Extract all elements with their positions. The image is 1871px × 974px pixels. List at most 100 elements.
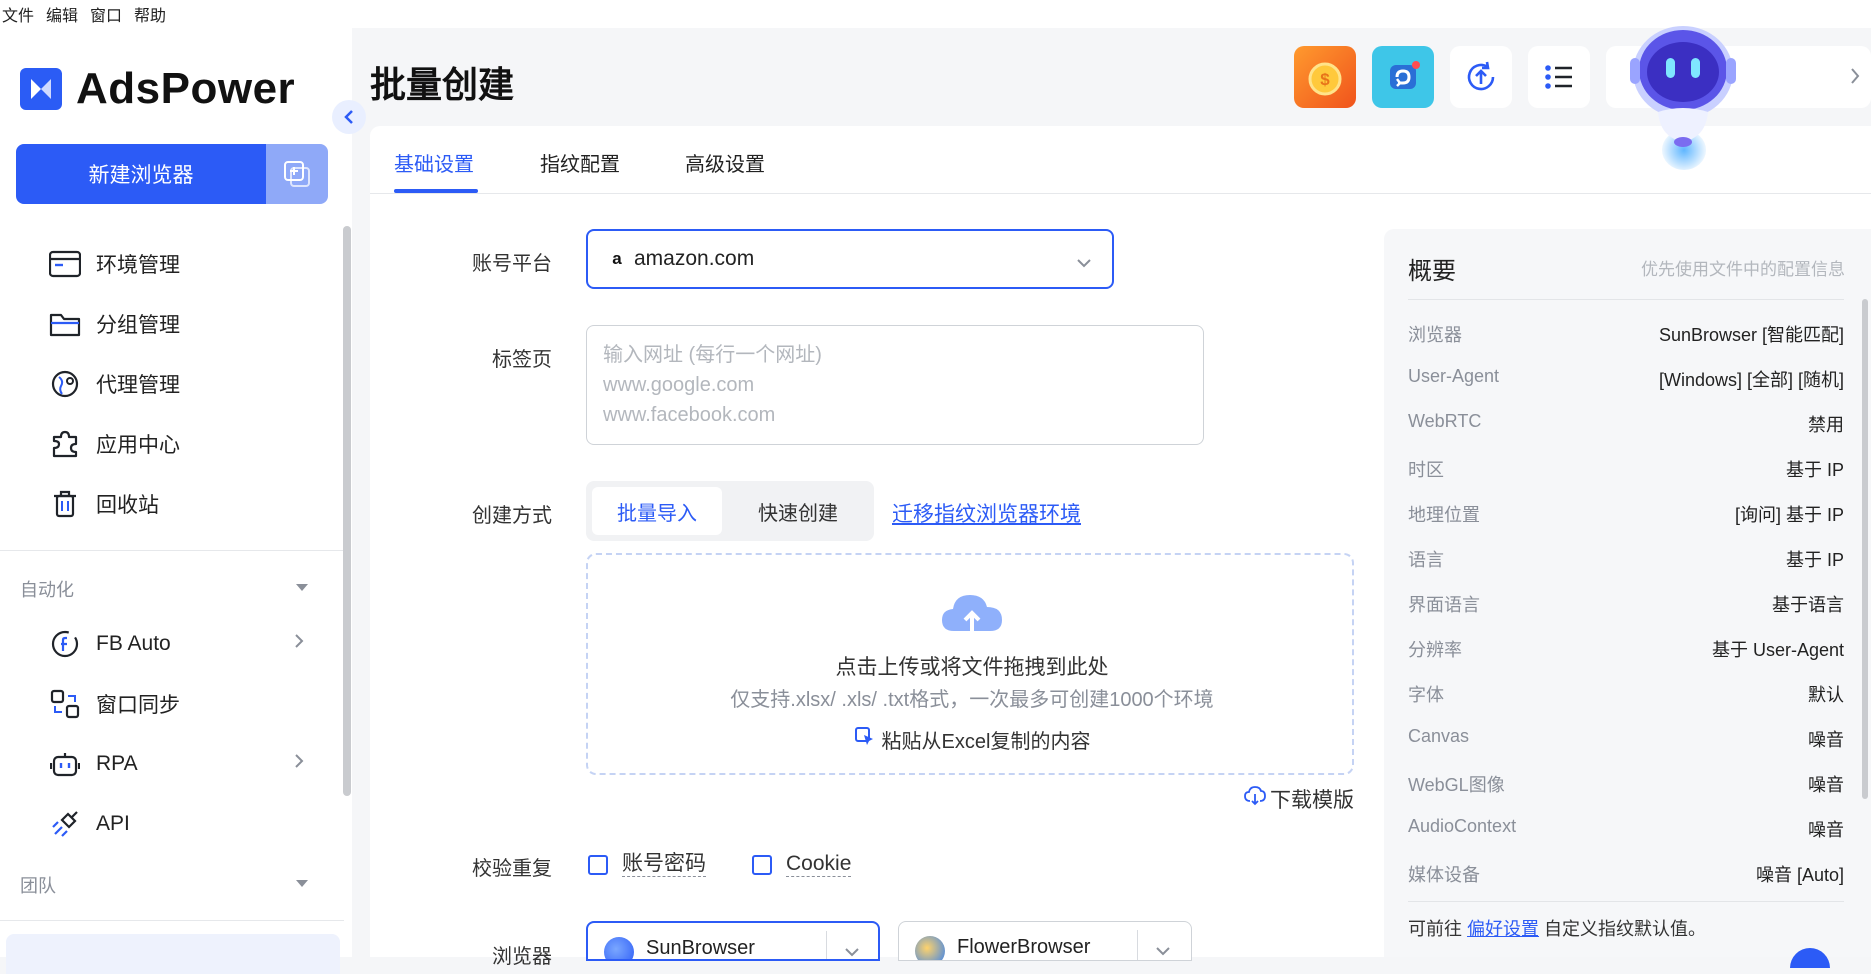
sidebar-item-group[interactable]: 分组管理 (48, 304, 180, 344)
page-title: 批量创建 (370, 64, 515, 105)
browser-window-icon (48, 247, 82, 281)
summary-divider (1408, 299, 1844, 300)
checkbox-label: Cookie (786, 852, 852, 877)
ai-assistant-robot-icon[interactable] (1628, 12, 1738, 162)
menu-bar: 文件 编辑 窗口 帮助 (0, 0, 1871, 28)
sidebar-item-label: 代理管理 (96, 374, 180, 397)
coin-reward-icon[interactable]: $ (1294, 46, 1356, 108)
api-plug-icon (48, 807, 82, 841)
summary-key: 媒体设备 (1408, 865, 1480, 885)
summary-row: 浏览器 SunBrowser [智能匹配] (1408, 321, 1844, 347)
collapse-sidebar-icon[interactable] (332, 100, 366, 134)
browser-option-flower[interactable]: FlowerBrowser (898, 921, 1192, 961)
summary-title: 概要 (1408, 258, 1456, 285)
chevron-right-icon (293, 752, 305, 776)
summary-hint: 优先使用文件中的配置信息 (1641, 260, 1845, 279)
section-team[interactable]: 团队 (20, 872, 56, 898)
summary-key: 界面语言 (1408, 595, 1480, 615)
tab-fingerprint[interactable]: 指纹配置 (540, 148, 620, 177)
sidebar-item-window-sync[interactable]: 窗口同步 (48, 684, 180, 724)
sidebar-item-trash[interactable]: 回收站 (48, 484, 159, 524)
chevron-right-icon (293, 632, 305, 656)
proxy-globe-icon (48, 367, 82, 401)
placeholder-line: 输入网址 (每行一个网址) (603, 344, 822, 366)
trash-icon (48, 487, 82, 521)
app-logo: AdsPower (20, 64, 295, 114)
summary-value: 基于 User-Agent (1711, 640, 1844, 660)
menu-edit[interactable]: 编辑 (40, 2, 84, 26)
summary-footer: 可前往 偏好设置 自定义指纹默认值。 (1408, 915, 1706, 941)
tab-advanced[interactable]: 高级设置 (685, 148, 765, 177)
sidebar-item-label: RPA (96, 752, 138, 775)
tabs-url-input[interactable]: 输入网址 (每行一个网址) www.google.com www.faceboo… (586, 325, 1204, 445)
file-upload-dropzone[interactable]: 点击上传或将文件拖拽到此处 仅支持.xlsx/ .xls/ .txt格式，一次最… (586, 553, 1354, 775)
summary-row: 语言 基于 IP (1408, 546, 1844, 572)
tab-basic[interactable]: 基础设置 (394, 148, 474, 177)
card-divider (1137, 930, 1138, 960)
sidebar-item-label: 回收站 (96, 494, 159, 517)
caret-down-icon[interactable] (296, 880, 308, 887)
sidebar-item-api[interactable]: API (48, 804, 130, 844)
sidebar-item-fb-auto[interactable]: FB Auto (48, 624, 304, 664)
menu-window[interactable]: 窗口 (84, 2, 128, 26)
migrate-env-link[interactable]: 迁移指纹浏览器环境 (892, 498, 1081, 528)
summary-value: 基于 IP (1785, 460, 1844, 480)
dedupe-account-checkbox[interactable]: 账号密码 (588, 852, 706, 877)
sidebar-scrollbar[interactable] (343, 226, 351, 796)
summary-row: 媒体设备 噪音 [Auto] (1408, 861, 1844, 887)
summary-scrollbar[interactable] (1862, 299, 1868, 799)
platform-label: 账号平台 (472, 253, 552, 275)
upload-main-text: 点击上传或将文件拖拽到此处 (835, 656, 1109, 679)
sidebar-item-label: 环境管理 (96, 254, 180, 277)
summary-key: 分辨率 (1408, 640, 1462, 660)
summary-value: 噪音 (1808, 820, 1844, 840)
sidebar-item-rpa[interactable]: RPA (48, 744, 304, 784)
dedupe-cookie-checkbox[interactable]: Cookie (752, 852, 852, 877)
cloud-download-icon (1244, 786, 1266, 812)
summary-row: 地理位置 [询问] 基于 IP (1408, 501, 1844, 527)
summary-value: 默认 (1808, 685, 1844, 705)
menu-help[interactable]: 帮助 (128, 2, 172, 26)
sidebar: AdsPower 新建浏览器 环境管理 分组管理 代理管理 应用中心 回收站 自… (0, 28, 352, 974)
summary-row: 字体 默认 (1408, 681, 1844, 707)
method-quick-create[interactable]: 快速创建 (726, 487, 870, 535)
create-method-segmented: 批量导入 快速创建 (586, 481, 874, 541)
caret-down-icon[interactable] (296, 584, 308, 591)
sidebar-item-env[interactable]: 环境管理 (48, 244, 180, 284)
sidebar-team-card[interactable] (6, 934, 340, 974)
puzzle-icon (48, 427, 82, 461)
preferences-link[interactable]: 偏好设置 (1467, 919, 1539, 939)
sidebar-item-apps[interactable]: 应用中心 (48, 424, 180, 464)
cloud-upload-icon (940, 591, 1004, 642)
sync-back-icon[interactable] (1372, 46, 1434, 108)
task-list-icon[interactable] (1528, 46, 1590, 108)
app-name: AdsPower (76, 64, 296, 113)
summary-row: 分辨率 基于 User-Agent (1408, 636, 1844, 662)
sidebar-item-proxy[interactable]: 代理管理 (48, 364, 180, 404)
chevron-down-icon[interactable] (844, 941, 860, 959)
summary-key: 语言 (1408, 550, 1444, 570)
summary-row: 时区 基于 IP (1408, 456, 1844, 482)
update-icon[interactable] (1450, 46, 1512, 108)
browser-label: 浏览器 (492, 946, 552, 968)
menu-file[interactable]: 文件 (0, 2, 40, 26)
folder-icon (48, 307, 82, 341)
chevron-down-icon[interactable] (1155, 940, 1171, 960)
new-browser-button[interactable]: 新建浏览器 (16, 144, 266, 204)
checkbox-box[interactable] (752, 854, 772, 875)
sidebar-item-label: FB Auto (96, 632, 171, 655)
paste-excel-button[interactable]: 粘贴从Excel复制的内容 (588, 725, 1356, 754)
batch-add-icon[interactable] (266, 144, 328, 204)
placeholder-line: www.facebook.com (603, 404, 776, 426)
platform-select[interactable]: a amazon.com (586, 229, 1114, 289)
method-batch-import[interactable]: 批量导入 (592, 487, 722, 535)
chevron-right-icon[interactable] (1849, 66, 1861, 91)
browser-option-sun[interactable]: SunBrowser (586, 921, 880, 961)
fb-auto-icon (48, 627, 82, 661)
footer-suffix: 自定义指纹默认值。 (1544, 919, 1707, 939)
summary-value: 禁用 (1808, 415, 1844, 435)
download-template-link[interactable]: 下载模版 (1244, 784, 1354, 814)
section-automation[interactable]: 自动化 (20, 576, 74, 602)
browser-name: FlowerBrowser (957, 936, 1091, 958)
checkbox-box[interactable] (588, 854, 608, 875)
